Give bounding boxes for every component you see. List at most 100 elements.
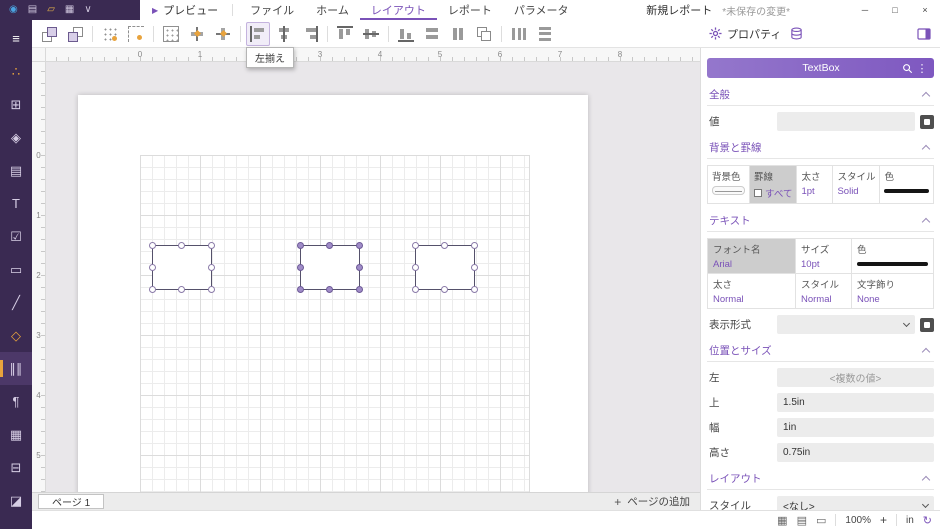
same-size-button[interactable] <box>472 22 496 46</box>
font-weight-cell[interactable]: 太さ Normal <box>708 274 796 308</box>
border-all-checkbox[interactable] <box>754 189 762 197</box>
resize-handle-nw[interactable] <box>149 242 156 249</box>
distribute-horizontal-button[interactable] <box>507 22 531 46</box>
resize-handle-nw[interactable] <box>412 242 419 249</box>
tab-report[interactable]: レポート <box>437 0 503 20</box>
resize-handle-e[interactable] <box>471 264 478 271</box>
collapse-panel-button[interactable] <box>917 27 931 41</box>
resize-handle-e[interactable] <box>208 264 215 271</box>
minimize-button[interactable]: ─ <box>850 0 880 20</box>
properties-toggle[interactable]: プロパティ <box>709 26 781 42</box>
richtext-tool-icon[interactable]: ¶ <box>0 385 32 418</box>
format-binding-button[interactable] <box>920 318 934 332</box>
bring-to-front-button[interactable] <box>37 22 61 46</box>
section-general[interactable]: 全般 <box>707 87 934 106</box>
resize-handle-n[interactable] <box>326 242 333 249</box>
font-name-cell[interactable]: フォント名 Arial <box>708 239 796 273</box>
center-horizontally-button[interactable] <box>185 22 209 46</box>
report-page[interactable] <box>78 95 588 492</box>
resize-handle-n[interactable] <box>178 242 185 249</box>
resize-handle-n[interactable] <box>441 242 448 249</box>
resize-handle-se[interactable] <box>471 286 478 293</box>
subreport-tool-icon[interactable]: ⊟ <box>0 451 32 484</box>
section-text[interactable]: テキスト <box>707 213 934 232</box>
section-background-border[interactable]: 背景と罫線 <box>707 140 934 159</box>
resize-handle-w[interactable] <box>149 264 156 271</box>
image-tool-icon[interactable]: ▦ <box>0 418 32 451</box>
barcode-tool-icon[interactable]: ∥∥ <box>0 352 32 385</box>
same-width-button[interactable] <box>420 22 444 46</box>
font-style-cell[interactable]: スタイル Normal <box>796 274 852 308</box>
save-options-chevron-icon[interactable]: ∨ <box>84 5 91 15</box>
background-color-cell[interactable]: 背景色 <box>708 166 750 203</box>
rectangle-tool-icon[interactable]: ▭ <box>0 253 32 286</box>
snap-to-grid-button[interactable] <box>98 22 122 46</box>
tab-file[interactable]: ファイル <box>239 0 305 20</box>
close-button[interactable]: × <box>910 0 940 20</box>
tab-layout[interactable]: レイアウト <box>360 0 437 20</box>
line-tool-icon[interactable]: ╱ <box>0 286 32 319</box>
refresh-icon[interactable]: ↻ <box>923 514 932 527</box>
text-decoration-cell[interactable]: 文字飾り None <box>852 274 933 308</box>
tab-home[interactable]: ホーム <box>305 0 360 20</box>
shape-tool-icon[interactable]: ◇ <box>0 319 32 352</box>
textbox-tool-icon[interactable]: T <box>0 187 32 220</box>
resize-handle-s[interactable] <box>326 286 333 293</box>
main-menu-icon[interactable]: ≡ <box>0 22 32 55</box>
design-surface[interactable] <box>46 62 700 492</box>
textbox-3[interactable] <box>415 245 475 290</box>
format-dropdown[interactable] <box>777 315 915 334</box>
font-color-cell[interactable]: 色 <box>852 239 933 273</box>
chart-tool-icon[interactable]: ◪ <box>0 484 32 517</box>
border-all-cell[interactable]: 罫線 すべて <box>750 166 797 203</box>
resize-handle-ne[interactable] <box>208 242 215 249</box>
layout-style-dropdown[interactable]: <なし> <box>777 496 934 510</box>
section-position-size[interactable]: 位置とサイズ <box>707 343 934 362</box>
position-input[interactable]: 0.75in <box>777 443 934 462</box>
resize-handle-nw[interactable] <box>297 242 304 249</box>
resize-handle-sw[interactable] <box>412 286 419 293</box>
ruler-toggle-icon[interactable]: ▭ <box>816 514 826 527</box>
table-tool-icon[interactable]: ⊞ <box>0 88 32 121</box>
checkbox-tool-icon[interactable]: ☑ <box>0 220 32 253</box>
align-right-button[interactable] <box>298 22 322 46</box>
border-weight-cell[interactable]: 太さ 1pt <box>797 166 833 203</box>
resize-handle-w[interactable] <box>412 264 419 271</box>
textbox-2[interactable] <box>300 245 360 290</box>
value-binding-button[interactable] <box>920 115 934 129</box>
tab-parameters[interactable]: パラメータ <box>503 0 580 20</box>
align-middle-button[interactable] <box>359 22 383 46</box>
resize-handle-w[interactable] <box>297 264 304 271</box>
snap-to-guides-button[interactable] <box>124 22 148 46</box>
page-view-icon[interactable]: ▤ <box>797 514 807 527</box>
send-to-back-button[interactable] <box>63 22 87 46</box>
align-left-button[interactable] <box>246 22 270 46</box>
textbox-1[interactable] <box>152 245 212 290</box>
unit-selector[interactable]: in <box>906 515 914 526</box>
position-input[interactable]: 1.5in <box>777 393 934 412</box>
resize-handle-sw[interactable] <box>149 286 156 293</box>
maximize-button[interactable]: □ <box>880 0 910 20</box>
save-icon[interactable]: ▦ <box>65 5 74 15</box>
align-top-button[interactable] <box>333 22 357 46</box>
border-color-cell[interactable]: 色 <box>880 166 933 203</box>
resize-handle-ne[interactable] <box>471 242 478 249</box>
resize-handle-ne[interactable] <box>356 242 363 249</box>
page-tab-1[interactable]: ページ 1 <box>38 494 104 509</box>
border-style-cell[interactable]: スタイル Solid <box>833 166 880 203</box>
align-center-button[interactable] <box>272 22 296 46</box>
value-input[interactable] <box>777 112 915 131</box>
position-input[interactable]: <複数の値> <box>777 368 934 387</box>
tablix-tool-icon[interactable]: ◈ <box>0 121 32 154</box>
resize-handle-se[interactable] <box>208 286 215 293</box>
search-icon[interactable] <box>899 63 916 74</box>
list-tool-icon[interactable]: ▤ <box>0 154 32 187</box>
distribute-vertical-button[interactable] <box>533 22 557 46</box>
align-bottom-button[interactable] <box>394 22 418 46</box>
kebab-menu-icon[interactable]: ⋮ <box>916 62 928 75</box>
zoom-in-button[interactable]: + <box>880 513 887 527</box>
resize-handle-e[interactable] <box>356 264 363 271</box>
add-page-button[interactable]: + ページの追加 <box>614 494 690 509</box>
resize-handle-s[interactable] <box>441 286 448 293</box>
data-sources-icon[interactable]: ∴ <box>0 55 32 88</box>
